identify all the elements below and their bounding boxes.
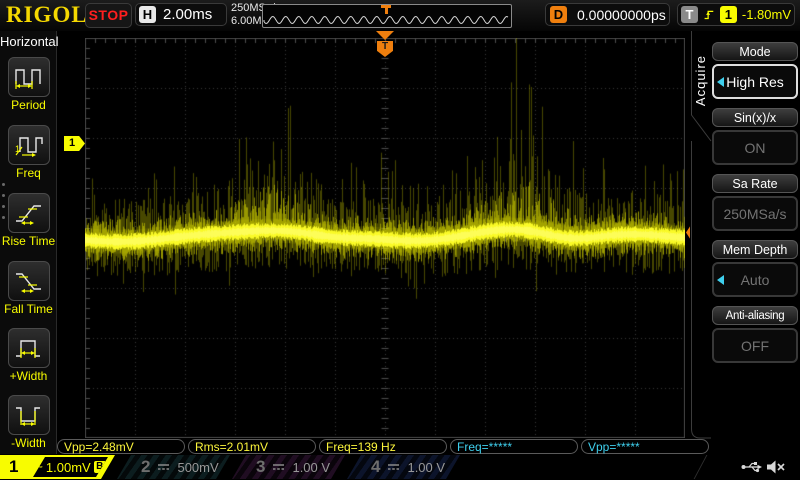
horizontal-icon: H	[139, 6, 156, 23]
anti-aliasing-item[interactable]: Anti-aliasing OFF	[712, 306, 798, 366]
menu-item-header: Sin(x)/x	[712, 108, 798, 127]
channel1-badge[interactable]: 1 ~ 1.00mV B	[0, 455, 115, 479]
channel4-badge[interactable]: 4 1.00 V	[347, 455, 460, 479]
menu-item-header: Sa Rate	[712, 174, 798, 193]
channel1-scale-box: ~ 1.00mV B	[33, 457, 108, 477]
minus-width-icon	[8, 395, 50, 435]
menu-item-plus-width[interactable]: +Width	[0, 328, 57, 383]
status-bar-divider	[694, 455, 708, 479]
left-menu-title: Horizontal	[0, 34, 56, 49]
menu-item-value: OFF	[741, 338, 769, 354]
header-bar: RIGOL STOP H 2.00ms 250MSa/s 6.00M pts D…	[0, 0, 800, 31]
menu-item-label: Rise Time	[0, 234, 57, 248]
oscilloscope-screen: RIGOL STOP H 2.00ms 250MSa/s 6.00M pts D…	[0, 0, 800, 480]
menu-item-freq[interactable]: 1 Freq	[0, 125, 57, 180]
channel-number: 3	[256, 457, 265, 477]
menu-scroll-indicator	[2, 183, 5, 227]
channel-scale: 1.00 V	[407, 460, 445, 475]
selection-arrow-icon	[717, 77, 724, 87]
channel-number: 1	[9, 457, 18, 477]
measurement-freq2: Freq=*****	[450, 439, 578, 454]
menu-item-label: +Width	[0, 369, 57, 383]
channel-number: 4	[371, 457, 380, 477]
acquire-tab-label[interactable]: Acquire	[693, 55, 708, 106]
menu-item-value-box: ON	[712, 130, 798, 165]
menu-item-value: 250MSa/s	[723, 206, 786, 222]
channel2-badge[interactable]: 2 500mV	[117, 455, 230, 479]
menu-item-header: Mode	[712, 42, 798, 61]
timebase-box[interactable]: H 2.00ms	[135, 3, 227, 26]
speaker-muted-icon	[766, 459, 786, 475]
mem-depth-item[interactable]: Mem Depth Auto	[712, 240, 798, 300]
menu-item-minus-width[interactable]: -Width	[0, 395, 57, 450]
rigol-logo: RIGOL	[6, 2, 88, 28]
trigger-icon: T	[681, 6, 698, 23]
channel-scale: 500mV	[177, 460, 218, 475]
menu-item-label: -Width	[0, 436, 57, 450]
trigger-edge-icon	[703, 6, 715, 23]
graticule	[85, 38, 685, 438]
trigger-source-badge: 1	[720, 6, 737, 23]
trigger-box[interactable]: T 1 -1.80mV	[677, 3, 795, 26]
menu-item-value-box: OFF	[712, 328, 798, 363]
channel3-badge[interactable]: 3 1.00 V	[232, 455, 345, 479]
usb-icon	[741, 461, 763, 473]
dc-coupling-icon	[272, 462, 285, 472]
menu-item-rise-time[interactable]: Rise Time	[0, 193, 57, 248]
selection-arrow-icon	[717, 275, 724, 285]
delay-icon: D	[550, 6, 567, 23]
menu-item-header: Mem Depth	[712, 240, 798, 259]
channel1-offset-marker[interactable]: 1	[64, 136, 85, 151]
menu-item-value: High Res	[726, 74, 784, 90]
menu-item-value-box: Auto	[712, 262, 798, 297]
preview-trigger-marker[interactable]	[381, 5, 391, 14]
dc-coupling-icon	[157, 462, 170, 472]
menu-item-label: Freq	[0, 166, 57, 180]
sinxx-item[interactable]: Sin(x)/x ON	[712, 108, 798, 168]
menu-item-label: Period	[0, 98, 57, 112]
rise-time-icon	[8, 193, 50, 233]
menu-item-period[interactable]: Period	[0, 57, 57, 112]
freq-icon: 1	[8, 125, 50, 165]
timebase-value: 2.00ms	[163, 6, 212, 23]
measurement-freq: Freq=139 Hz	[319, 439, 447, 454]
delay-value: 0.00000000ps	[577, 7, 666, 23]
channel-scale: 1.00 V	[292, 460, 330, 475]
acquire-mode-item[interactable]: Mode High Res	[712, 42, 798, 102]
trigger-position-arrow[interactable]	[376, 31, 394, 40]
run-state-indicator: STOP	[85, 3, 132, 28]
delay-box[interactable]: D 0.00000000ps	[545, 3, 670, 26]
menu-item-value-box: 250MSa/s	[712, 196, 798, 231]
channel-scale: 1.00mV	[46, 460, 91, 475]
menu-item-fall-time[interactable]: Fall Time	[0, 261, 57, 316]
sample-rate-item[interactable]: Sa Rate 250MSa/s	[712, 174, 798, 234]
trigger-level-value: -1.80mV	[742, 7, 791, 22]
bandwidth-limit-icon: B	[94, 461, 106, 473]
measurement-rms: Rms=2.01mV	[188, 439, 316, 454]
ac-coupling-icon: ~	[35, 462, 43, 472]
menu-item-label: Fall Time	[0, 302, 57, 316]
channel-number: 2	[141, 457, 150, 477]
dc-coupling-icon	[387, 462, 400, 472]
menu-item-value: Auto	[741, 272, 770, 288]
horizontal-measure-menu: Horizontal Period 1	[0, 31, 57, 454]
measurement-vpp2: Vpp=*****	[581, 439, 709, 454]
waveform-preview[interactable]	[262, 4, 512, 28]
menu-item-value-box: High Res	[712, 64, 798, 99]
period-icon	[8, 57, 50, 97]
plus-width-icon	[8, 328, 50, 368]
fall-time-icon	[8, 261, 50, 301]
acquire-menu: Acquire Mode High Res Sin(x)/x ON Sa Rat…	[690, 31, 800, 455]
menu-item-header: Anti-aliasing	[712, 306, 798, 325]
measurement-vpp: Vpp=2.48mV	[57, 439, 185, 454]
channel-status-bar: 1 ~ 1.00mV B 2 500mV 3	[0, 455, 800, 480]
menu-item-value: ON	[745, 140, 766, 156]
waveform-canvas	[85, 38, 685, 438]
